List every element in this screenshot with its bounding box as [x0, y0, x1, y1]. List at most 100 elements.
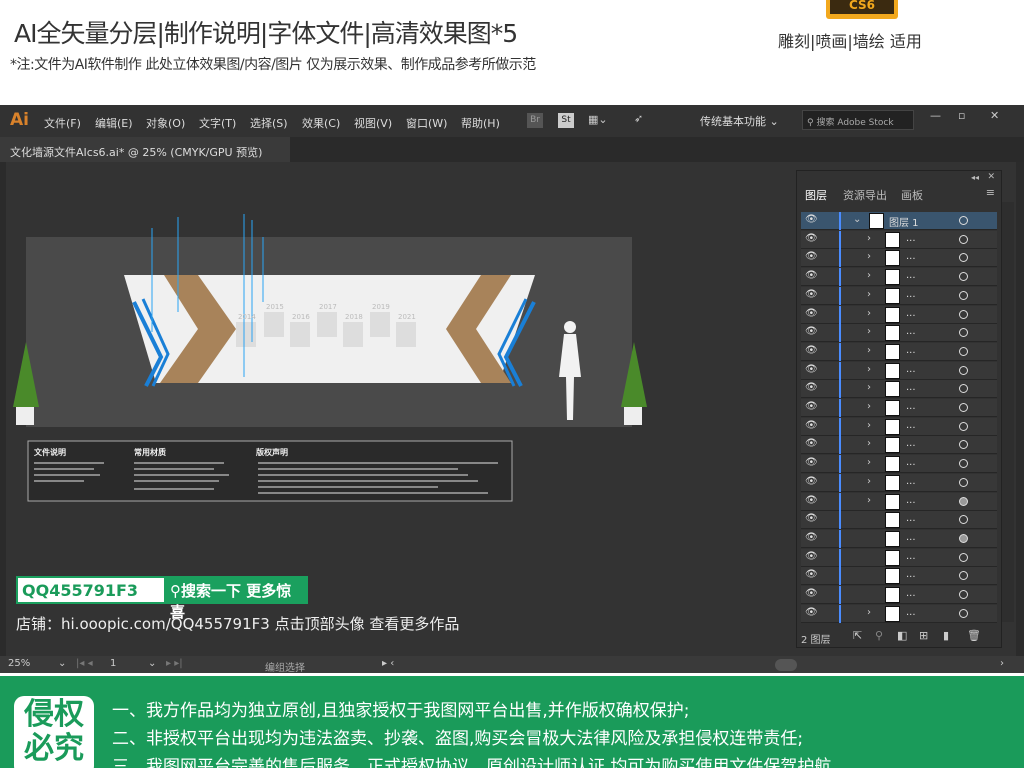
panel-menu-icon[interactable]: ≡: [986, 186, 995, 199]
tab-layers[interactable]: 图层: [805, 187, 827, 203]
chevron-right-icon[interactable]: ›: [867, 476, 871, 487]
maximize-button[interactable]: ▫: [958, 109, 965, 122]
target-circle-icon[interactable]: [959, 365, 968, 375]
target-circle-icon[interactable]: [959, 571, 968, 581]
chevron-right-icon[interactable]: ›: [867, 607, 871, 618]
new-sublayer-icon[interactable]: ⊞: [919, 629, 928, 642]
bridge-button[interactable]: Br: [527, 113, 543, 128]
zoom-select[interactable]: 25%: [8, 658, 30, 669]
chevron-right-icon[interactable]: ›: [867, 289, 871, 300]
target-circle-icon[interactable]: [959, 384, 968, 394]
target-circle-icon[interactable]: [959, 552, 968, 562]
chevron-down-icon[interactable]: ⌄: [853, 214, 861, 225]
target-circle-icon[interactable]: [959, 272, 968, 282]
close-window-button[interactable]: ✕: [990, 109, 999, 122]
visibility-eye-icon[interactable]: 👁: [805, 588, 818, 599]
layer-row[interactable]: 👁...: [801, 548, 997, 567]
layer-row[interactable]: 👁 ›...: [801, 399, 997, 417]
chevron-right-icon[interactable]: ›: [867, 457, 871, 468]
target-circle-icon[interactable]: [959, 234, 968, 244]
visibility-eye-icon[interactable]: 👁: [805, 289, 818, 300]
visibility-eye-icon[interactable]: 👁: [805, 401, 818, 412]
visibility-eye-icon[interactable]: 👁: [805, 270, 818, 281]
chevron-right-icon[interactable]: ›: [867, 438, 871, 449]
zoom-dropdown-icon[interactable]: ⌄: [58, 658, 66, 669]
workspace-switcher[interactable]: 传统基本功能 ⌄: [700, 113, 779, 129]
target-circle-icon[interactable]: [959, 440, 968, 450]
layer-row[interactable]: 👁...: [801, 586, 997, 604]
target-circle-icon[interactable]: [959, 533, 968, 543]
layer-row[interactable]: 👁 ›...: [801, 417, 997, 436]
vertical-scrollbar[interactable]: [1002, 202, 1014, 622]
layer-row[interactable]: 👁 ›...: [801, 604, 997, 623]
visibility-eye-icon[interactable]: 👁: [805, 495, 818, 506]
tab-asset-export[interactable]: 资源导出: [843, 187, 887, 203]
tab-artboards[interactable]: 画板: [901, 187, 923, 203]
trash-icon[interactable]: 🗑: [967, 629, 981, 642]
chevron-right-icon[interactable]: ›: [867, 270, 871, 281]
export-icon[interactable]: ⇱: [853, 629, 862, 642]
layer-row[interactable]: 👁 ›...: [801, 342, 997, 361]
target-circle-icon[interactable]: [959, 496, 968, 506]
menu-file[interactable]: 文件(F): [44, 115, 81, 131]
layer-row[interactable]: 👁 ›...: [801, 286, 997, 305]
layer-row[interactable]: 👁 ›...: [801, 492, 997, 511]
target-circle-icon[interactable]: [959, 608, 968, 618]
layer-row[interactable]: 👁...: [801, 567, 997, 586]
visibility-eye-icon[interactable]: 👁: [805, 569, 818, 580]
visibility-eye-icon[interactable]: 👁: [805, 382, 818, 393]
layer-row[interactable]: 👁 ›...: [801, 473, 997, 492]
target-circle-icon[interactable]: [959, 328, 968, 338]
chevron-right-icon[interactable]: ›: [867, 382, 871, 393]
visibility-eye-icon[interactable]: 👁: [805, 551, 818, 562]
target-circle-icon[interactable]: [959, 477, 968, 487]
visibility-eye-icon[interactable]: 👁: [805, 308, 818, 319]
target-circle-icon[interactable]: [959, 290, 968, 300]
chevron-right-icon[interactable]: ›: [867, 326, 871, 337]
canvas[interactable]: 文件说明 常用材质 版权声明 2014 2015 2016 2017 2018 2019 2…: [6, 162, 1016, 656]
clipping-mask-icon[interactable]: ◧: [897, 629, 907, 642]
visibility-eye-icon[interactable]: 👁: [805, 607, 818, 618]
layer-row[interactable]: 👁 ›...: [801, 455, 997, 474]
target-circle-icon[interactable]: [959, 346, 968, 356]
menu-type[interactable]: 文字(T): [199, 115, 236, 131]
search-more-button[interactable]: ⚲搜索一下 更多惊喜: [166, 576, 308, 621]
menu-view[interactable]: 视图(V): [354, 115, 392, 131]
locate-object-icon[interactable]: ⚲: [875, 629, 883, 642]
target-circle-icon[interactable]: [959, 421, 968, 431]
document-tab[interactable]: 文化墙源文件AIcs6.ai* @ 25% (CMYK/GPU 预览) ×: [0, 137, 290, 173]
horizontal-scroll-thumb[interactable]: [775, 659, 797, 671]
visibility-eye-icon[interactable]: 👁: [805, 251, 818, 262]
layer-row[interactable]: 👁 ›...: [801, 324, 997, 343]
layer-row[interactable]: 👁 ›...: [801, 230, 997, 249]
chevron-right-icon[interactable]: ›: [867, 345, 871, 356]
artboard-dropdown-icon[interactable]: ⌄: [148, 658, 156, 669]
status-menu-arrow[interactable]: ▸ ‹: [382, 658, 394, 669]
layer-row[interactable]: 👁 ›...: [801, 380, 997, 399]
next-artboard-icon[interactable]: ▸ ▸|: [166, 658, 183, 669]
minimize-button[interactable]: —: [930, 109, 941, 122]
layer-row[interactable]: 👁...: [801, 511, 997, 530]
stock-search-input[interactable]: ⚲ 搜索 Adobe Stock: [802, 110, 914, 130]
target-circle-icon[interactable]: [959, 309, 968, 319]
layer-row[interactable]: 👁 ›...: [801, 268, 997, 287]
menu-object[interactable]: 对象(O): [146, 115, 185, 131]
chevron-right-icon[interactable]: ›: [867, 401, 871, 412]
chevron-right-icon[interactable]: ›: [867, 308, 871, 319]
close-panel-icon[interactable]: ✕: [987, 172, 995, 182]
layer-row[interactable]: 👁 ›...: [801, 361, 997, 380]
layer-row[interactable]: 👁 ›...: [801, 436, 997, 455]
layer-row[interactable]: 👁 ›...: [801, 249, 997, 268]
target-circle-icon[interactable]: [959, 459, 968, 469]
chevron-right-icon[interactable]: ›: [867, 364, 871, 375]
visibility-eye-icon[interactable]: 👁: [805, 364, 818, 375]
stock-button[interactable]: St: [558, 113, 574, 128]
target-circle-icon[interactable]: [959, 590, 968, 599]
collapse-panel-icon[interactable]: ◂◂: [971, 173, 979, 182]
arrange-documents-icon[interactable]: ▦⌄: [588, 113, 608, 126]
chevron-right-icon[interactable]: ›: [867, 420, 871, 431]
visibility-eye-icon[interactable]: 👁: [805, 345, 818, 356]
gpu-performance-icon[interactable]: ➶: [634, 112, 643, 125]
chevron-right-icon[interactable]: ›: [867, 495, 871, 506]
menu-select[interactable]: 选择(S): [250, 115, 288, 131]
